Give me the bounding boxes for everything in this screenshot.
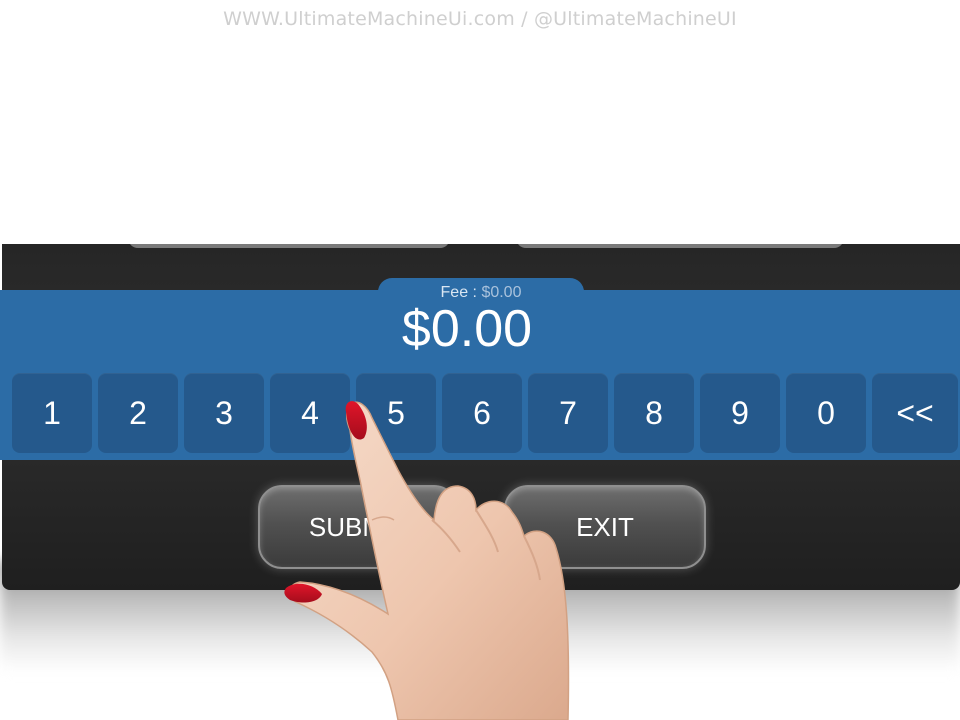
numeric-keypad: 1 2 3 4 5 6 7 8 9 0 << (12, 373, 958, 453)
key-2[interactable]: 2 (98, 373, 178, 453)
key-3[interactable]: 3 (184, 373, 264, 453)
key-7[interactable]: 7 (528, 373, 608, 453)
backspace-key[interactable]: << (872, 373, 958, 453)
submit-button[interactable]: SUBMIT (258, 485, 458, 569)
key-0[interactable]: 0 (786, 373, 866, 453)
top-field-right[interactable] (516, 244, 844, 248)
key-5[interactable]: 5 (356, 373, 436, 453)
exit-label: EXIT (576, 511, 634, 542)
fee-tab: Fee : $0.00 (378, 278, 584, 301)
key-8[interactable]: 8 (614, 373, 694, 453)
key-9[interactable]: 9 (700, 373, 780, 453)
amount-display: $0.00 (401, 300, 533, 358)
key-4[interactable]: 4 (270, 373, 350, 453)
top-field-left[interactable] (128, 244, 450, 248)
exit-button[interactable]: EXIT (504, 485, 706, 569)
key-1[interactable]: 1 (12, 373, 92, 453)
submit-label: SUBMIT (308, 511, 408, 542)
watermark-text: WWW.UltimateMachineUi.com / @UltimateMac… (223, 8, 737, 30)
key-6[interactable]: 6 (442, 373, 522, 453)
